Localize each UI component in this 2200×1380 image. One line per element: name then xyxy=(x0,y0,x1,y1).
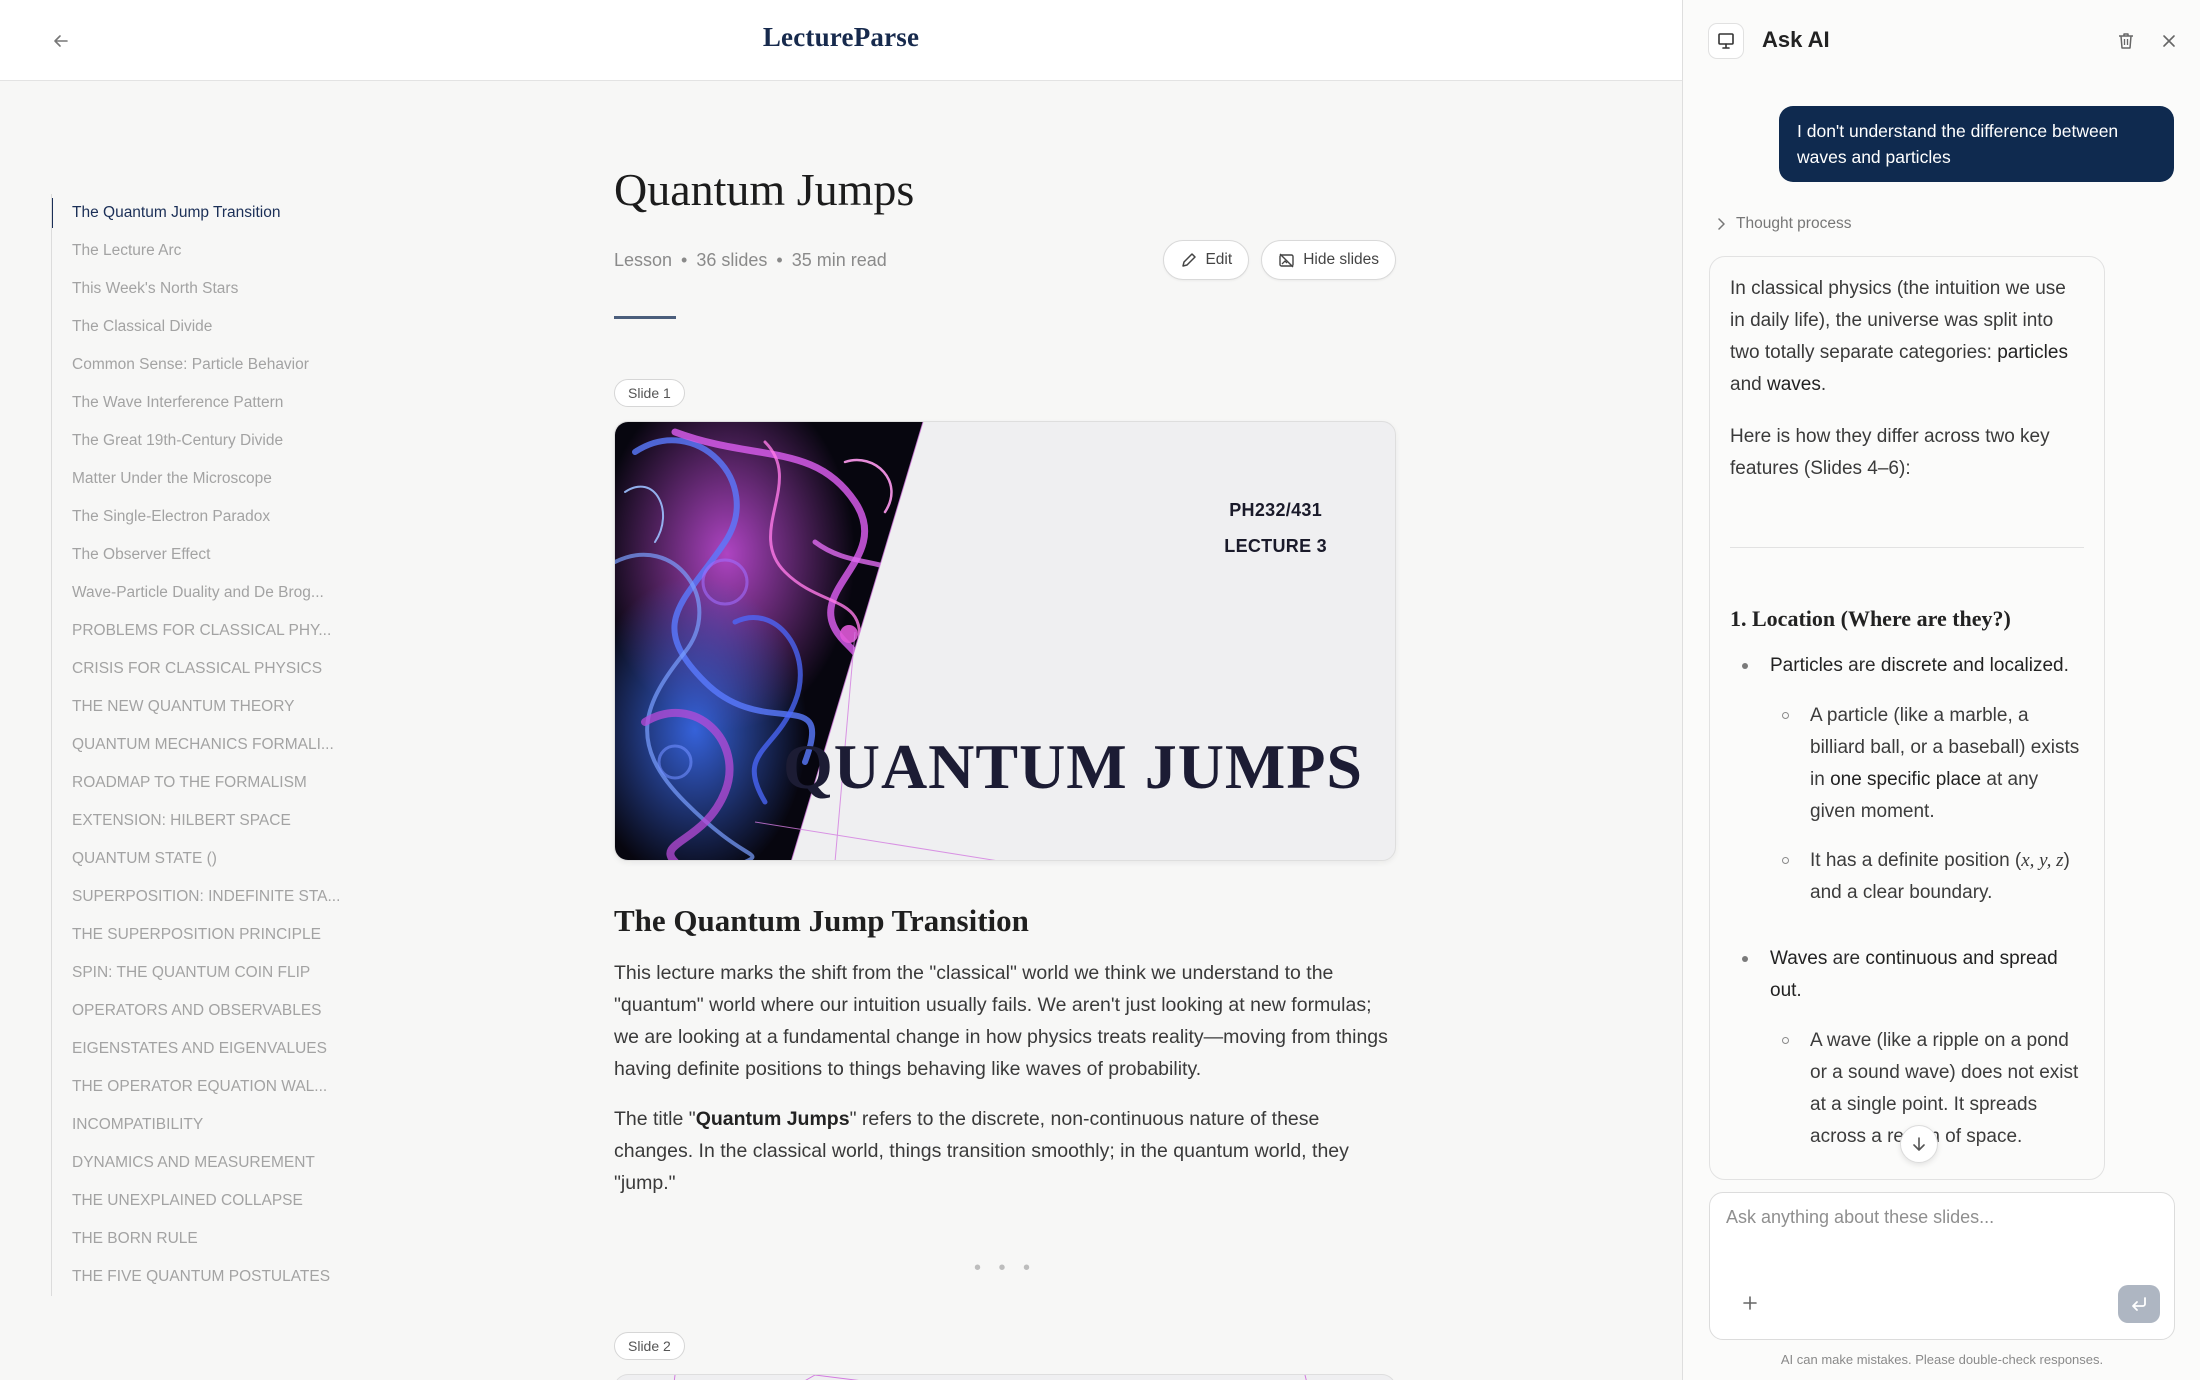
toc-item[interactable]: THE UNEXPLAINED COLLAPSE xyxy=(52,1182,352,1220)
toc-item[interactable]: ROADMAP TO THE FORMALISM xyxy=(52,764,352,802)
trash-icon xyxy=(2119,33,2133,49)
toc-item[interactable]: THE SUPERPOSITION PRINCIPLE xyxy=(52,916,352,954)
pencil-icon xyxy=(1182,252,1197,267)
toc-item[interactable]: THE OPERATOR EQUATION WAL... xyxy=(52,1068,352,1106)
toc-item[interactable]: The Wave Interference Pattern xyxy=(52,384,352,422)
hide-slides-label: Hide slides xyxy=(1303,251,1379,268)
ask-ai-panel: Ask AI I don't understand the difference… xyxy=(1682,0,2200,1380)
edit-label: Edit xyxy=(1205,251,1233,268)
lecture-number-text: LECTURE 3 xyxy=(1224,536,1327,556)
chevron-right-icon xyxy=(1718,218,1725,230)
ai-panel-header: Ask AI xyxy=(1683,0,2200,80)
thought-process-label: Thought process xyxy=(1736,215,1852,232)
meta-type: Lesson xyxy=(614,250,673,270)
toc-item[interactable]: THE FIVE QUANTUM POSTULATES xyxy=(52,1258,352,1296)
toc-item[interactable]: The Observer Effect xyxy=(52,536,352,574)
scroll-to-bottom-button[interactable] xyxy=(1900,1125,1938,1163)
toc-item[interactable]: THE BORN RULE xyxy=(52,1220,352,1258)
toc-item[interactable]: Wave-Particle Duality and De Brog... xyxy=(52,574,352,612)
chat-input[interactable] xyxy=(1726,1207,2156,1267)
top-bar: LectureParse xyxy=(0,0,1682,81)
enter-arrow-icon xyxy=(2132,1297,2146,1311)
toc-item[interactable]: Matter Under the Microscope xyxy=(52,460,352,498)
toc-item[interactable]: The Classical Divide xyxy=(52,308,352,346)
lesson-content: Quantum Jumps Lesson • 36 slides • 35 min re… xyxy=(614,160,1396,1380)
image-off-icon xyxy=(1279,253,1294,267)
answer-paragraph-1: In classical physics (the intuition we u… xyxy=(1730,278,2068,395)
toc-item[interactable]: The Single-Electron Paradox xyxy=(52,498,352,536)
slide-badge: Slide 2 xyxy=(614,1332,685,1360)
toc-item[interactable]: DYNAMICS AND MEASUREMENT xyxy=(52,1144,352,1182)
presentation-icon xyxy=(1708,23,1744,59)
toc-item[interactable]: OPERATORS AND OBSERVABLES xyxy=(52,992,352,1030)
toc-item[interactable]: PROBLEMS FOR CLASSICAL PHY... xyxy=(52,612,352,650)
toc-item[interactable]: QUANTUM STATE () xyxy=(52,840,352,878)
ai-disclaimer: AI can make mistakes. Please double-chec… xyxy=(1780,1352,2104,1367)
answer-divider xyxy=(1730,547,2084,548)
send-button[interactable] xyxy=(2118,1285,2160,1323)
toc-item[interactable]: The Quantum Jump Transition xyxy=(52,194,352,232)
page-title: Quantum Jumps xyxy=(614,164,915,215)
table-of-contents: The Quantum Jump Transition The Lecture A… xyxy=(51,194,351,1296)
section-separator: • • • xyxy=(973,1257,1037,1279)
list-item: A particle (like a marble, a billiard ba… xyxy=(1770,700,2084,828)
toc-item[interactable]: Common Sense: Particle Behavior xyxy=(52,346,352,384)
slide-badge: Slide 1 xyxy=(614,379,685,407)
toc-item[interactable]: The Great 19th-Century Divide xyxy=(52,422,352,460)
toc-item[interactable]: THE NEW QUANTUM THEORY xyxy=(52,688,352,726)
close-panel-button[interactable] xyxy=(2154,26,2184,56)
section-title: The Quantum Jump Transition xyxy=(614,903,1029,938)
toc-item[interactable]: CRISIS FOR CLASSICAL PHYSICS xyxy=(52,650,352,688)
list-item: Waves are continuous and spread out. A w… xyxy=(1730,943,2084,1153)
toc-item[interactable]: The Lecture Arc xyxy=(52,232,352,270)
chat-composer xyxy=(1709,1192,2175,1340)
toc-item[interactable]: SPIN: THE QUANTUM COIN FLIP xyxy=(52,954,352,992)
meta-read-time: 35 min read xyxy=(791,250,887,270)
answer-heading: 1. Location (Where are they?) xyxy=(1730,606,2011,631)
slide-2-artwork xyxy=(673,1375,1307,1380)
slide-title-text: QUANTUM JUMPS xyxy=(782,731,1363,802)
toc-item[interactable]: QUANTUM MECHANICS FORMALI... xyxy=(52,726,352,764)
edit-button[interactable]: Edit xyxy=(1163,240,1250,280)
course-code-text: PH232/431 xyxy=(1229,500,1323,520)
hide-slides-button[interactable]: Hide slides xyxy=(1261,240,1396,280)
toc-item[interactable]: EIGENSTATES AND EIGENVALUES xyxy=(52,1030,352,1068)
section-paragraph-2: The title "Quantum Jumps" refers to the … xyxy=(614,1108,1349,1194)
meta-row: Lesson • 36 slides • 35 min read Edit Hide s… xyxy=(614,240,1396,284)
arrow-down-icon xyxy=(1913,1137,1925,1151)
thought-process-toggle[interactable]: Thought process xyxy=(1717,215,1851,233)
toc-item[interactable]: This Week's North Stars xyxy=(52,270,352,308)
list-item: It has a definite position (x, y, z) and… xyxy=(1770,845,2084,909)
meta-slides: 36 slides xyxy=(696,250,768,270)
answer-list: Particles are discrete and localized. A … xyxy=(1730,650,2084,1153)
clear-chat-button[interactable] xyxy=(2111,26,2141,56)
title-accent-divider xyxy=(614,316,676,319)
user-message-bubble: I don't understand the difference betwee… xyxy=(1779,106,2174,182)
slide-image[interactable]: PH232/431 LECTURE 3 QUANTUM JUMPS xyxy=(614,421,1396,861)
brand-logo[interactable]: LectureParse xyxy=(0,22,1682,53)
answer-paragraph-2: Here is how they differ across two key f… xyxy=(1730,426,2050,479)
plus-icon xyxy=(1743,1296,1757,1310)
close-icon xyxy=(2163,35,2175,47)
toc-item[interactable]: SUPERPOSITION: INDEFINITE STA... xyxy=(52,878,352,916)
slide-image[interactable] xyxy=(614,1374,1396,1380)
slide-course-code: PH232/431 LECTURE 3 xyxy=(1224,492,1327,564)
toc-item[interactable]: INCOMPATIBILITY xyxy=(52,1106,352,1144)
ai-answer-card: In classical physics (the intuition we u… xyxy=(1709,256,2105,1180)
attach-button[interactable] xyxy=(1736,1289,1764,1317)
toc-item[interactable]: EXTENSION: HILBERT SPACE xyxy=(52,802,352,840)
ai-panel-title: Ask AI xyxy=(1762,27,1830,52)
list-item: Particles are discrete and localized. A … xyxy=(1730,650,2084,909)
lesson-meta: Lesson • 36 slides • 35 min read xyxy=(614,250,887,270)
section-paragraph-1: This lecture marks the shift from the "c… xyxy=(614,962,1388,1080)
